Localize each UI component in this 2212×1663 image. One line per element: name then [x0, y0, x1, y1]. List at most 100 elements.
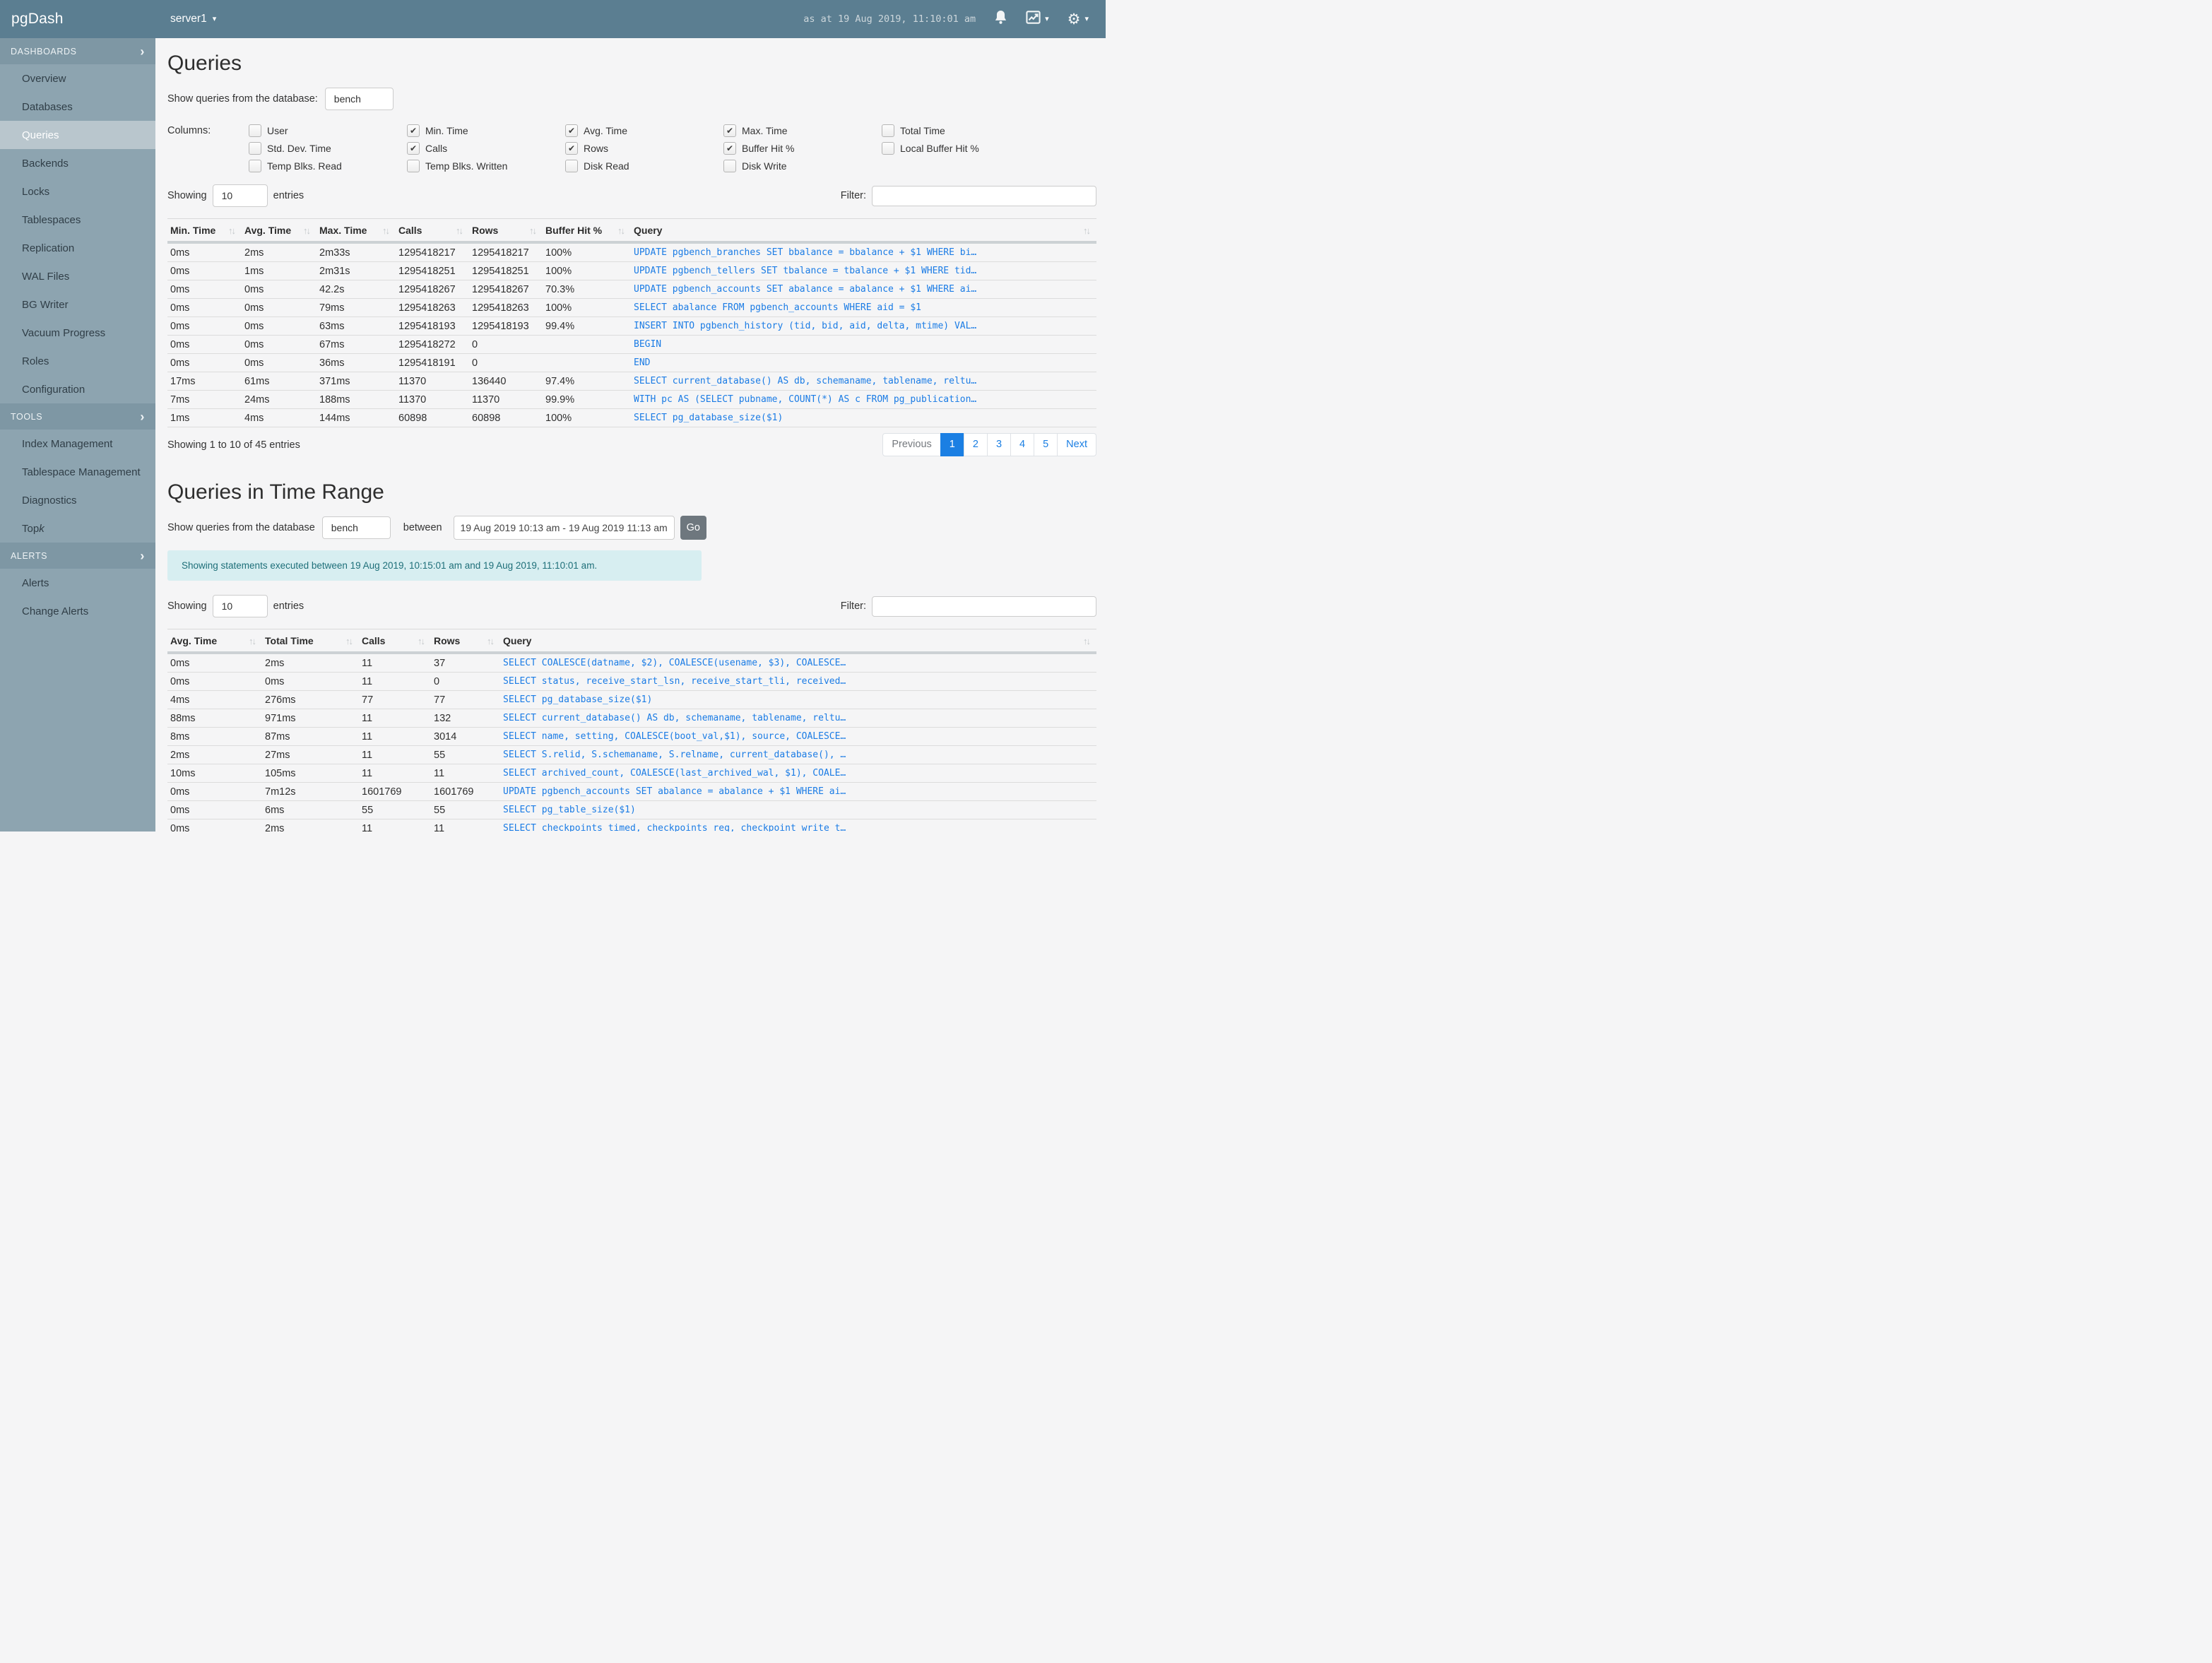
- page-button-2[interactable]: 2: [963, 433, 988, 456]
- column-header-max-time[interactable]: Max. Time ↑↓: [317, 218, 396, 244]
- sidebar-item-queries[interactable]: Queries: [0, 121, 155, 149]
- query-link[interactable]: SELECT pg_database_size($1): [500, 690, 1096, 709]
- query-link[interactable]: UPDATE pgbench_accounts SET abalance = a…: [500, 782, 1096, 801]
- sort-icon[interactable]: ↑↓: [617, 225, 628, 236]
- sidebar-item-replication[interactable]: Replication: [0, 234, 155, 262]
- sort-icon[interactable]: ↑↓: [228, 225, 239, 236]
- charts-menu-button[interactable]: ▾: [1026, 11, 1049, 28]
- sidebar-item-topk[interactable]: Top k: [0, 514, 155, 543]
- sidebar-section-dashboards[interactable]: DASHBOARDS ›: [0, 38, 155, 64]
- column-header-query[interactable]: Query ↑↓: [500, 629, 1096, 654]
- sidebar-item-locks[interactable]: Locks: [0, 177, 155, 206]
- query-link[interactable]: SELECT status, receive_start_lsn, receiv…: [500, 672, 1096, 691]
- sort-icon[interactable]: ↑↓: [382, 225, 393, 236]
- notifications-button[interactable]: [994, 10, 1007, 28]
- server-selector[interactable]: server1 ▾: [170, 13, 216, 25]
- query-link[interactable]: SELECT COALESCE(datname, $2), COALESCE(u…: [500, 653, 1096, 673]
- column-checkbox-calls[interactable]: ✔ Calls: [407, 142, 565, 155]
- sort-icon[interactable]: ↑↓: [249, 636, 259, 646]
- column-checkbox-avg-time[interactable]: ✔ Avg. Time: [565, 124, 723, 137]
- sort-icon[interactable]: ↑↓: [345, 636, 356, 646]
- sidebar-item-configuration[interactable]: Configuration: [0, 375, 155, 403]
- query-link[interactable]: BEGIN: [631, 335, 1096, 354]
- next-page-button[interactable]: Next: [1057, 433, 1096, 456]
- page-button-3[interactable]: 3: [986, 433, 1012, 456]
- sidebar-item-tablespace-management[interactable]: Tablespace Management: [0, 458, 155, 486]
- page-button-1[interactable]: 1: [940, 433, 964, 456]
- query-link[interactable]: END: [631, 353, 1096, 372]
- sort-icon[interactable]: ↑↓: [1083, 225, 1094, 236]
- filter-input-time-range[interactable]: [872, 596, 1096, 617]
- column-checkbox-disk-read[interactable]: Disk Read: [565, 160, 723, 172]
- sort-icon[interactable]: ↑↓: [1083, 636, 1094, 646]
- sidebar-item-roles[interactable]: Roles: [0, 347, 155, 375]
- column-checkbox-temp-blks-read[interactable]: Temp Blks. Read: [249, 160, 407, 172]
- sidebar-item-databases[interactable]: Databases: [0, 93, 155, 121]
- sort-icon[interactable]: ↑↓: [456, 225, 466, 236]
- checkbox-label: Std. Dev. Time: [267, 143, 331, 154]
- sidebar-item-vacuum-progress[interactable]: Vacuum Progress: [0, 319, 155, 347]
- column-checkbox-temp-blks-written[interactable]: Temp Blks. Written: [407, 160, 565, 172]
- sidebar-item-overview[interactable]: Overview: [0, 64, 155, 93]
- column-checkbox-rows[interactable]: ✔ Rows: [565, 142, 723, 155]
- column-header-buffer-hit[interactable]: Buffer Hit % ↑↓: [543, 218, 631, 244]
- query-link[interactable]: SELECT S.relid, S.schemaname, S.relname,…: [500, 745, 1096, 764]
- column-header-rows[interactable]: Rows ↑↓: [469, 218, 543, 244]
- query-link[interactable]: SELECT checkpoints_timed, checkpoints_re…: [500, 819, 1096, 832]
- sidebar-section-tools[interactable]: TOOLS ›: [0, 403, 155, 430]
- sort-icon[interactable]: ↑↓: [303, 225, 314, 236]
- column-checkbox-buffer-hit[interactable]: ✔ Buffer Hit %: [723, 142, 882, 155]
- previous-page-button[interactable]: Previous: [882, 433, 941, 456]
- query-link[interactable]: WITH pc AS (SELECT pubname, COUNT(*) AS …: [631, 390, 1096, 409]
- entries-select-time-range[interactable]: 10: [212, 595, 268, 617]
- sidebar-item-change-alerts[interactable]: Change Alerts: [0, 597, 155, 625]
- column-checkbox-std-dev-time[interactable]: Std. Dev. Time: [249, 142, 407, 155]
- sort-icon[interactable]: ↑↓: [418, 636, 428, 646]
- column-checkbox-total-time[interactable]: Total Time: [882, 124, 1040, 137]
- page-button-4[interactable]: 4: [1010, 433, 1035, 456]
- query-link[interactable]: INSERT INTO pgbench_history (tid, bid, a…: [631, 316, 1096, 336]
- query-link[interactable]: SELECT pg_database_size($1): [631, 408, 1096, 427]
- column-header-calls[interactable]: Calls ↑↓: [396, 218, 469, 244]
- column-checkbox-max-time[interactable]: ✔ Max. Time: [723, 124, 882, 137]
- column-checkbox-disk-write[interactable]: Disk Write: [723, 160, 882, 172]
- column-header-calls[interactable]: Calls ↑↓: [359, 629, 431, 654]
- query-link[interactable]: UPDATE pgbench_tellers SET tbalance = tb…: [631, 261, 1096, 280]
- sidebar-item-bg-writer[interactable]: BG Writer: [0, 290, 155, 319]
- sidebar-item-tablespaces[interactable]: Tablespaces: [0, 206, 155, 234]
- column-checkbox-min-time[interactable]: ✔ Min. Time: [407, 124, 565, 137]
- sidebar-item-backends[interactable]: Backends: [0, 149, 155, 177]
- sidebar-item-index-management[interactable]: Index Management: [0, 430, 155, 458]
- query-link[interactable]: UPDATE pgbench_accounts SET abalance = a…: [631, 280, 1096, 299]
- entries-select[interactable]: 10: [212, 184, 268, 207]
- query-link[interactable]: SELECT pg_table_size($1): [500, 800, 1096, 819]
- filter-input[interactable]: [872, 185, 1096, 206]
- column-header-avg-time[interactable]: Avg. Time ↑↓: [167, 629, 262, 654]
- sidebar-section-alerts[interactable]: ALERTS ›: [0, 543, 155, 569]
- sort-icon[interactable]: ↑↓: [529, 225, 540, 236]
- column-header-query[interactable]: Query ↑↓: [631, 218, 1096, 244]
- table-row: 10ms 105ms 11 11 SELECT archived_count, COAL…: [167, 764, 1096, 783]
- sidebar-item-alerts[interactable]: Alerts: [0, 569, 155, 597]
- column-header-avg-time[interactable]: Avg. Time ↑↓: [242, 218, 317, 244]
- date-range-input[interactable]: [453, 516, 675, 540]
- sort-icon[interactable]: ↑↓: [487, 636, 497, 646]
- column-checkbox-local-buffer-hit[interactable]: Local Buffer Hit %: [882, 142, 1040, 155]
- page-button-5[interactable]: 5: [1034, 433, 1058, 456]
- column-checkbox-user[interactable]: User: [249, 124, 407, 137]
- settings-menu-button[interactable]: ⚙ ▾: [1067, 12, 1089, 27]
- database-select[interactable]: bench: [324, 88, 394, 110]
- query-link[interactable]: SELECT abalance FROM pgbench_accounts WH…: [631, 298, 1096, 317]
- query-link[interactable]: UPDATE pgbench_branches SET bbalance = b…: [631, 242, 1096, 262]
- column-header-rows[interactable]: Rows ↑↓: [431, 629, 500, 654]
- column-header-min-time[interactable]: Min. Time ↑↓: [167, 218, 242, 244]
- database-select-time-range[interactable]: bench: [321, 516, 391, 539]
- sidebar-item-diagnostics[interactable]: Diagnostics: [0, 486, 155, 514]
- query-link[interactable]: SELECT archived_count, COALESCE(last_arc…: [500, 764, 1096, 783]
- query-link[interactable]: SELECT current_database() AS db, scheman…: [500, 709, 1096, 728]
- column-header-total-time[interactable]: Total Time ↑↓: [262, 629, 359, 654]
- query-link[interactable]: SELECT current_database() AS db, scheman…: [631, 372, 1096, 391]
- sidebar-item-wal-files[interactable]: WAL Files: [0, 262, 155, 290]
- query-link[interactable]: SELECT name, setting, COALESCE(boot_val,…: [500, 727, 1096, 746]
- go-button[interactable]: Go: [680, 516, 706, 540]
